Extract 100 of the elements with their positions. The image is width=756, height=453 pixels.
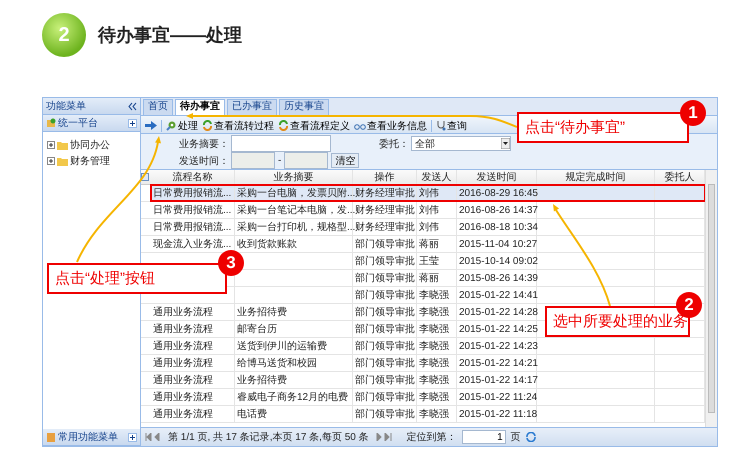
table-row[interactable]: 日常费用报销流... 采购一台电脑，发票贝附...财务经理审批 刘伟 2016-08-29 16:45 — [151, 185, 705, 201]
table-cell-text: 李晓强 — [419, 356, 449, 370]
table-cell-text: 睿威电子商务12月的电费 — [237, 390, 348, 404]
tab[interactable]: 历史事宜 — [279, 99, 329, 115]
table-cell-text: 部门领导审批 — [355, 306, 415, 319]
table-cell: 2015-08-26 14:39 — [459, 272, 538, 284]
table-cell: 2016-08-18 10:34 — [459, 222, 538, 232]
table-cell-text: 业务招待费 — [237, 306, 287, 319]
table-row[interactable]: 通用业务流程 业务招待费 部门领导审批 李晓强 2015-01-22 14:28 — [151, 304, 537, 320]
page-input[interactable]: 1 — [462, 430, 506, 444]
stethoscope-icon — [436, 120, 446, 131]
table-cell-text: 财务经理审批 — [355, 186, 415, 200]
refresh-icon[interactable] — [526, 432, 536, 442]
table-cell-text: 部门领导审批 — [355, 288, 415, 302]
table-cell: 2015-01-22 11:18 — [459, 408, 538, 420]
table-cell: 2015-01-22 14:23 — [459, 340, 538, 352]
expand-icon[interactable] — [128, 432, 137, 442]
table-cell-text: 部门领导审批 — [355, 374, 415, 387]
table-cell-text: 通用业务流程 — [153, 340, 213, 353]
table-cell-text: 通用业务流程 — [153, 322, 213, 336]
expand-icon[interactable] — [47, 157, 55, 165]
table-cell-text: 收到货款账款 — [237, 238, 297, 251]
table-cell-text: 李晓强 — [419, 288, 449, 302]
table-cell-text: 部门领导审批 — [355, 390, 415, 404]
slide-title: 待办事宜——处理 — [98, 24, 242, 47]
input-field[interactable] — [284, 152, 328, 169]
dropdown[interactable]: 全部 — [411, 136, 511, 151]
field-label: 定位到第： — [406, 430, 457, 444]
table-cell-text: 财务经理审批 — [355, 220, 415, 234]
table-cell-text: 邮寄台历 — [237, 322, 277, 336]
table-cell-text: 日常费用报销流... — [153, 204, 232, 217]
table-cell-text: 现金流入业务流... — [153, 238, 232, 251]
table-cell: 2015-01-22 14:41 — [459, 290, 538, 300]
table-cell-text: 日常费用报销流... — [153, 186, 232, 200]
clear-button[interactable]: 清空 — [331, 153, 360, 168]
pager-info: 第 1/1 页, 共 17 条记录,本页 17 条,每页 50 条 — [168, 430, 369, 444]
toolbar-button[interactable]: 处理 — [166, 118, 198, 132]
table-row[interactable]: 通用业务流程 邮寄台历 部门领导审批 李晓强 2015-01-22 14:25 — [151, 321, 537, 337]
glasses-icon — [354, 122, 366, 130]
toolbar-button[interactable]: 查看业务信息 — [354, 118, 427, 132]
table-cell-text: 部门领导审批 — [355, 356, 415, 370]
toolbar-button[interactable]: 查询 — [436, 118, 467, 132]
book-icon — [46, 432, 56, 442]
tab[interactable]: 待办事宜 — [175, 99, 225, 115]
tree-item[interactable]: 协同办公 — [70, 138, 110, 152]
table-cell: 2015-01-22 14:25 — [459, 324, 538, 334]
page-nav-icon[interactable] — [374, 433, 392, 441]
refresh-icon — [278, 120, 289, 131]
table-cell-text: 部门领导审批 — [355, 238, 415, 251]
input-field[interactable] — [231, 135, 331, 152]
expand-icon[interactable] — [128, 118, 137, 128]
table-row[interactable]: 部门领导审批 李晓强 2015-01-22 14:41 — [353, 287, 655, 303]
field-label: 业务摘要： — [178, 138, 230, 150]
tab[interactable]: 首页 — [143, 99, 173, 115]
table-cell-text: 部门领导审批 — [355, 322, 415, 336]
arrow-right-icon[interactable] — [145, 121, 157, 130]
tab[interactable]: 已办事宜 — [227, 99, 277, 115]
table-cell-text: 通用业务流程 — [153, 408, 213, 421]
folder-icon — [57, 140, 68, 150]
leaf-icon — [46, 118, 56, 128]
table-cell-text: 电话费 — [237, 408, 267, 421]
caret-icon[interactable] — [501, 138, 510, 149]
table-cell-text: 李晓强 — [419, 340, 449, 353]
table-cell-text: 王莹 — [419, 254, 439, 268]
callout: 点击“待办事宜” — [517, 112, 689, 143]
table-cell-text: 蒋丽 — [419, 238, 439, 251]
folder-icon — [57, 156, 68, 166]
table-cell-text: 李晓强 — [419, 306, 449, 319]
collapse-icon[interactable] — [128, 102, 137, 110]
table-cell-text: 给博马送货和校园 — [237, 356, 317, 370]
table-cell-text: 刘伟 — [419, 186, 439, 200]
table-cell-text: 财务经理审批 — [355, 204, 415, 217]
toolbar-button[interactable]: 查看流转过程 — [202, 118, 274, 132]
expand-icon[interactable] — [47, 141, 55, 149]
table-cell: 2015-11-04 10:27 — [459, 238, 538, 250]
tree-item[interactable]: 财务管理 — [70, 154, 110, 168]
input-field[interactable] — [231, 152, 275, 169]
callout: 点击“处理”按钮 — [47, 263, 227, 294]
table-cell-text: 通用业务流程 — [153, 356, 213, 370]
table-cell-text: 刘伟 — [419, 204, 439, 217]
table-cell-text: 日常费用报销流... — [153, 220, 232, 234]
table-cell-text: 部门领导审批 — [355, 340, 415, 353]
table-cell-text: 部门领导审批 — [355, 408, 415, 421]
toolbar-button[interactable]: 查看流程定义 — [278, 118, 350, 132]
table-cell: 2016-08-26 14:37 — [459, 204, 538, 216]
table-cell-text: 蒋丽 — [419, 272, 439, 285]
table-cell-text: 李晓强 — [419, 390, 449, 404]
table-cell-text: 通用业务流程 — [153, 390, 213, 404]
field-label: 页 — [510, 431, 521, 444]
table-cell-text: 部门领导审批 — [355, 272, 415, 285]
table-cell: 2015-01-22 14:28 — [459, 306, 538, 318]
scrollbar[interactable] — [705, 170, 717, 427]
table-cell-text: 刘伟 — [419, 220, 439, 234]
table-cell-text: 采购一台电脑，发票贝附... — [237, 186, 356, 200]
field-label: 委托： — [378, 138, 410, 150]
table-cell-text: 李晓强 — [419, 408, 449, 421]
table-cell-text: 业务招待费 — [237, 374, 287, 387]
refresh-icon — [202, 120, 213, 131]
table-cell-text: 李晓强 — [419, 374, 449, 387]
table-cell: 2015-01-22 14:21 — [459, 358, 538, 368]
